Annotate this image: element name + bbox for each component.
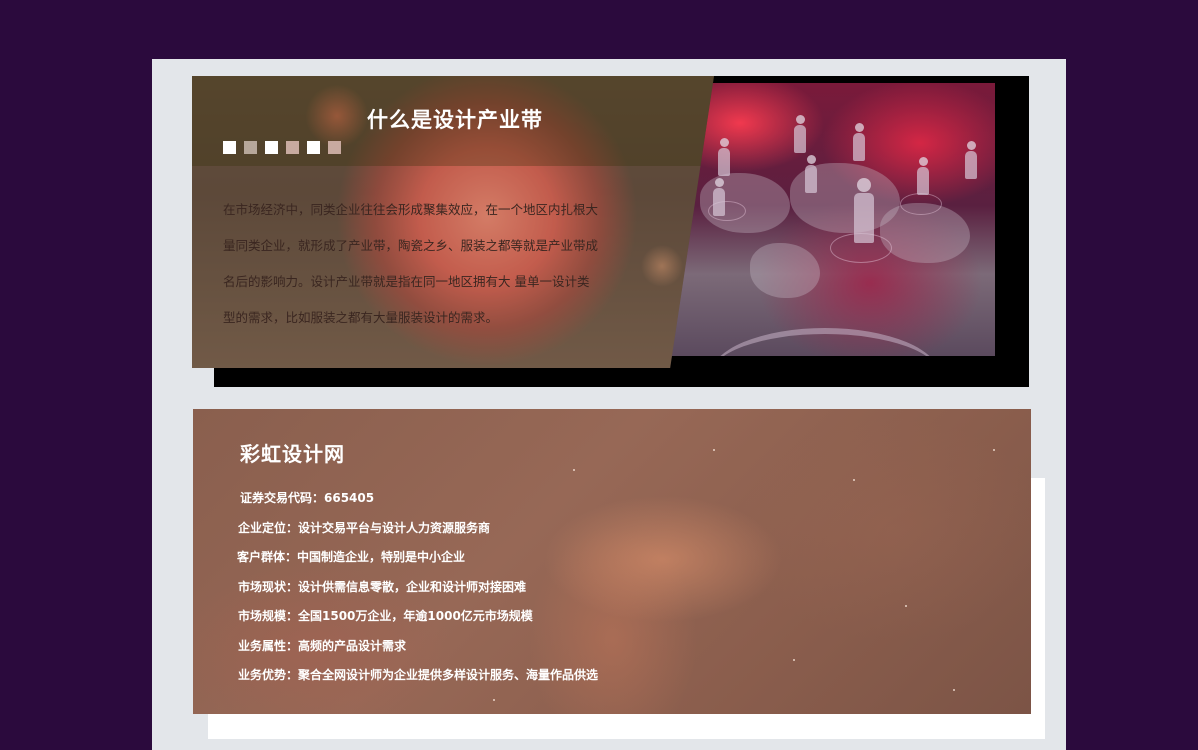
- info-line: 市场现状：设计供需信息零散，企业和设计师对接困难: [238, 579, 527, 594]
- intro-paragraph: 在市场经济中，同类企业往往会形成聚集效应，在一个地区内扎根大 量同类企业，就形成…: [223, 192, 638, 336]
- intro-title: 什么是设计产业带: [367, 108, 543, 132]
- dot: [307, 141, 320, 154]
- dot: [328, 141, 341, 154]
- dot: [244, 141, 257, 154]
- dot: [223, 141, 236, 154]
- company-title: 彩虹设计网: [240, 442, 345, 466]
- network-people-image: [670, 83, 995, 356]
- paragraph-line: 量同类企业，就形成了产业带，陶瓷之乡、服装之都等就是产业带成: [223, 238, 599, 253]
- company-info-list: 证券交易代码：665405 企业定位：设计交易平台与设计人力资源服务商 客户群体…: [237, 489, 598, 696]
- info-line: 证券交易代码：665405: [240, 491, 375, 505]
- info-line: 企业定位：设计交易平台与设计人力资源服务商: [238, 520, 491, 535]
- paragraph-line: 名后的影响力。设计产业带就是指在同一地区拥有大 量单一设计类: [223, 274, 590, 289]
- paragraph-line: 型的需求，比如服装之都有大量服装设计的需求。: [223, 310, 499, 325]
- intro-panel: 什么是设计产业带 在市场经济中，同类企业往往会形成聚集效应，在一个地区内扎根大 …: [192, 76, 714, 368]
- info-line: 客户群体：中国制造企业，特别是中小企业: [237, 550, 466, 564]
- dot: [286, 141, 299, 154]
- dot: [265, 141, 278, 154]
- info-line: 市场规模：全国1500万企业，年逾1000亿元市场规模: [238, 609, 533, 623]
- info-line: 业务优势：聚合全网设计师为企业提供多样设计服务、海量作品供选: [238, 668, 599, 682]
- paragraph-line: 在市场经济中，同类企业往往会形成聚集效应，在一个地区内扎根大: [223, 202, 599, 217]
- info-line: 业务属性：高频的产品设计需求: [238, 638, 407, 653]
- company-info-panel: 彩虹设计网 证券交易代码：665405 企业定位：设计交易平台与设计人力资源服务…: [193, 409, 1031, 714]
- decorative-dots: [223, 141, 341, 154]
